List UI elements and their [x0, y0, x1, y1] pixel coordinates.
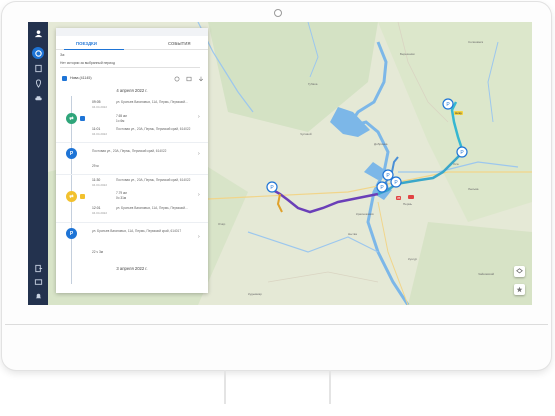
trip-distance: 7.79 км: [116, 191, 127, 195]
trip-icon: ⇄: [66, 113, 77, 124]
layers-icon: [516, 268, 523, 274]
star-icon: [516, 286, 523, 293]
town-label: Кунгур: [408, 257, 418, 261]
chevron-right-icon[interactable]: ›: [198, 114, 200, 120]
town-label: Нытва: [348, 232, 357, 236]
parking-icon: P: [66, 228, 77, 239]
map-view[interactable]: P P P P P P Березники Соликамск Губаха Ч…: [48, 22, 532, 305]
trip-start-address: ул. Братьев Вагановых, 11А, Пермь, Пермс…: [116, 100, 188, 104]
trips-panel: ПОЕЗДКИ СОБЫТИЯ За: Нет истории за выбра…: [56, 28, 208, 293]
town-label: Чусовой: [300, 132, 312, 136]
parking-marker[interactable]: P: [266, 181, 278, 193]
town-label: Кудымкар: [248, 292, 262, 296]
chevron-right-icon[interactable]: ›: [198, 234, 200, 240]
date-header: 4 апреля 2022 г.: [116, 88, 148, 93]
divider: [56, 174, 208, 175]
parking-marker[interactable]: P: [442, 98, 454, 110]
town-label: Краснокамск: [356, 212, 374, 216]
period-field[interactable]: Нет истории за выбранный период: [60, 61, 200, 68]
timeline-line: [71, 96, 72, 284]
divider: [56, 222, 208, 223]
palette-icon[interactable]: [174, 76, 180, 82]
trip-duration: 0ч 31м: [116, 196, 127, 200]
town-label: Очёр: [218, 222, 226, 226]
trip-checkbox[interactable]: [80, 116, 85, 121]
search-bar[interactable]: [56, 28, 208, 36]
reports-icon[interactable]: [32, 62, 44, 74]
table-icon[interactable]: [186, 76, 192, 82]
trip-icon: ⇄: [66, 191, 77, 202]
logout-icon[interactable]: [32, 262, 44, 274]
parking-icon: P: [66, 148, 77, 159]
trip-end-time: 12:01: [92, 206, 101, 210]
trip-end-address: Постовая ул., 20А, Пермь, Пермский край,…: [116, 127, 191, 131]
parking-address: Постовая ул., 20А, Пермь, Пермский край,…: [92, 149, 167, 153]
town-label: Чайковский: [478, 272, 495, 276]
trip-start-date: 04.04.2022: [92, 105, 108, 109]
trip-start-time: 11:30: [92, 178, 101, 182]
layers-button[interactable]: [514, 266, 525, 277]
object-name: Нива (41145): [70, 76, 92, 80]
chevron-right-icon[interactable]: ›: [198, 151, 200, 157]
stand-leg: [329, 370, 331, 404]
trip-end-address: ул. Братьев Вагановых, 11А, Пермь, Пермс…: [116, 206, 188, 210]
town-label: Соликамск: [468, 40, 484, 44]
parking-marker[interactable]: P: [376, 181, 388, 193]
town-label: Пермь: [403, 202, 413, 206]
parking-duration: 29 м: [92, 164, 99, 168]
camera-icon: [274, 9, 282, 17]
town-label: Оса: [453, 162, 459, 166]
sidebar-rail: [28, 22, 48, 305]
trips-icon[interactable]: [32, 47, 44, 59]
trip-end-date: 04.04.2022: [92, 211, 108, 215]
location-icon[interactable]: [32, 77, 44, 89]
marker-tag[interactable]: Ниву: [454, 111, 463, 115]
parking-marker[interactable]: P: [456, 146, 468, 158]
trip-checkbox[interactable]: [80, 194, 85, 199]
chat-icon[interactable]: [32, 276, 44, 288]
trip-start-address: Постовая ул., 20А, Пермь, Пермский край,…: [116, 178, 191, 182]
town-label: Губаха: [308, 82, 318, 86]
parking-marker[interactable]: P: [390, 176, 402, 188]
date-header: 3 апреля 2022 г.: [116, 266, 148, 271]
trip-duration: 1ч 6м: [116, 119, 125, 123]
monitor-frame: P P P P P P Березники Соликамск Губаха Ч…: [2, 2, 551, 370]
divider: [56, 142, 208, 143]
parking-marker[interactable]: P: [382, 169, 394, 181]
bezel-divider: [5, 324, 548, 325]
filter-label: За:: [60, 53, 66, 57]
town-label: Лысьва: [468, 187, 479, 191]
user-avatar-icon[interactable]: [32, 27, 44, 39]
tab-underline: [64, 49, 124, 50]
town-label: Березники: [400, 52, 415, 56]
tab-bar: ПОЕЗДКИ СОБЫТИЯ: [56, 38, 208, 50]
object-row[interactable]: Нива (41145): [56, 75, 208, 83]
tab-trips[interactable]: ПОЕЗДКИ: [76, 41, 97, 46]
trip-end-date: 04.04.2022: [92, 132, 108, 136]
trip-start-time: 09:05: [92, 100, 101, 104]
bell-icon[interactable]: [32, 290, 44, 302]
trip-start-date: 04.04.2022: [92, 183, 108, 187]
favorite-button[interactable]: [514, 284, 525, 295]
car-marker-icon[interactable]: [408, 195, 414, 199]
app-screen: P P P P P P Березники Соликамск Губаха Ч…: [28, 22, 532, 305]
stand-leg: [224, 370, 226, 404]
town-label: Добрянка: [374, 142, 388, 146]
chevron-right-icon[interactable]: ›: [198, 192, 200, 198]
trip-distance: 7.65 км: [116, 114, 127, 118]
download-icon[interactable]: [198, 76, 204, 82]
tab-events[interactable]: СОБЫТИЯ: [168, 41, 191, 46]
parking-duration: 22 ч 3м: [92, 250, 103, 254]
trip-end-time: 11:01: [92, 127, 101, 131]
marker-tag[interactable]: 35: [396, 196, 402, 200]
parking-address: ул. Братьев Вагановых, 11А, Пермь, Пермс…: [92, 229, 182, 233]
object-checkbox[interactable]: [62, 76, 67, 81]
car-icon[interactable]: [32, 92, 44, 104]
